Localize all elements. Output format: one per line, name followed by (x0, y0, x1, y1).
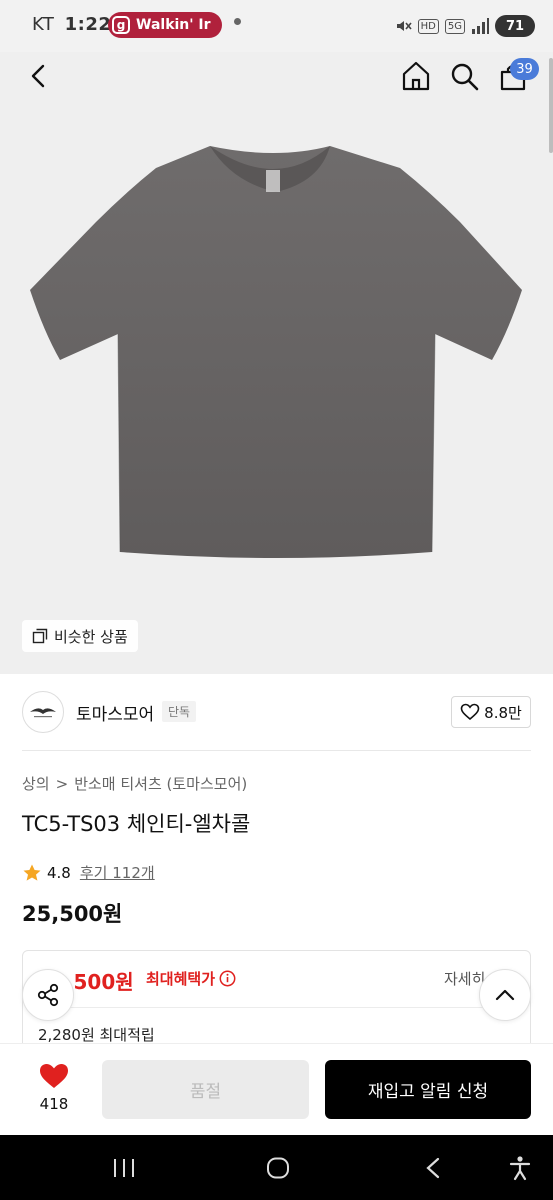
exclusive-badge: 단독 (162, 701, 197, 722)
system-navigation-bar (0, 1135, 553, 1200)
recent-apps-icon[interactable] (112, 1157, 136, 1179)
notification-text: Walkin' Ir (136, 17, 211, 33)
search-icon[interactable] (450, 62, 480, 92)
star-icon (23, 864, 41, 881)
max-benefit-label-row: 최대혜택가 (146, 968, 236, 989)
home-icon[interactable] (401, 60, 431, 92)
breadcrumb-category[interactable]: 상의 (22, 773, 50, 794)
brand-name[interactable]: 토마스모어 (76, 700, 154, 725)
divider (22, 750, 531, 751)
like-count: 8.8만 (484, 703, 522, 722)
signal-icon (472, 18, 489, 34)
rating-row: 4.8 후기 112개 (22, 862, 155, 883)
similar-products-label: 비슷한 상품 (54, 627, 128, 646)
breadcrumb-separator: > (55, 774, 69, 793)
notification-pill[interactable]: g Walkin' Ir (108, 12, 222, 38)
chevron-left-icon[interactable] (26, 62, 50, 90)
similar-products-button[interactable]: 비슷한 상품 (22, 620, 138, 652)
hd-badge: HD (417, 18, 439, 34)
cart-count-badge: 39 (510, 58, 539, 80)
notification-dot-icon (234, 18, 241, 25)
max-benefit-label: 최대혜택가 (146, 970, 216, 988)
product-price: 25,500원 (22, 902, 123, 926)
status-carrier-time: KT 1:22 (32, 14, 111, 35)
home-nav-icon[interactable] (266, 1157, 290, 1179)
soldout-button[interactable]: 품절 (102, 1060, 309, 1119)
back-nav-icon[interactable] (424, 1157, 442, 1179)
accessibility-icon[interactable] (508, 1155, 532, 1181)
scroll-top-button[interactable] (479, 969, 531, 1021)
battery-icon: 71 (495, 15, 535, 37)
product-title: TC5-TS03 체인티-엘차콜 (22, 812, 251, 836)
brand-logo-mark (30, 708, 56, 718)
rating-value: 4.8 (47, 863, 71, 882)
divider (38, 1007, 515, 1008)
network-badge: 5G (444, 18, 465, 34)
breadcrumb-subcategory[interactable]: 반소매 티셔츠 (토마스모어) (74, 773, 247, 794)
wishlist-count: 418 (39, 1095, 69, 1113)
info-icon[interactable] (219, 970, 236, 987)
system-icons: HD 5G 71 (394, 12, 535, 40)
brand-like-button[interactable]: 8.8만 (451, 696, 531, 728)
review-count-link[interactable]: 후기 112개 (80, 862, 155, 883)
brand-logo[interactable] (22, 691, 64, 733)
benefit-detail-link[interactable]: 자세히 (444, 968, 485, 989)
heart-outline-icon (460, 703, 480, 721)
share-button[interactable] (22, 969, 74, 1021)
tshirt-image (30, 146, 522, 558)
restock-alert-button[interactable]: 재입고 알림 신청 (325, 1060, 531, 1119)
app-initial-icon: g (112, 16, 130, 34)
share-icon (37, 983, 59, 1007)
stack-icon (32, 628, 48, 644)
scrollbar[interactable] (549, 58, 553, 153)
chevron-up-icon (495, 989, 515, 1001)
battery-level: 71 (505, 18, 525, 34)
clock: 1:22 (64, 14, 112, 35)
carrier-label: KT (32, 14, 55, 35)
status-bar: KT 1:22 g Walkin' Ir HD 5G 71 (0, 0, 553, 52)
product-image[interactable] (0, 52, 553, 674)
max-points: 2,280원 최대적립 (38, 1026, 155, 1044)
mute-icon (396, 21, 412, 31)
breadcrumb: 상의 > 반소매 티셔츠 (토마스모어) (22, 773, 247, 794)
heart-filled-icon[interactable] (38, 1062, 70, 1090)
